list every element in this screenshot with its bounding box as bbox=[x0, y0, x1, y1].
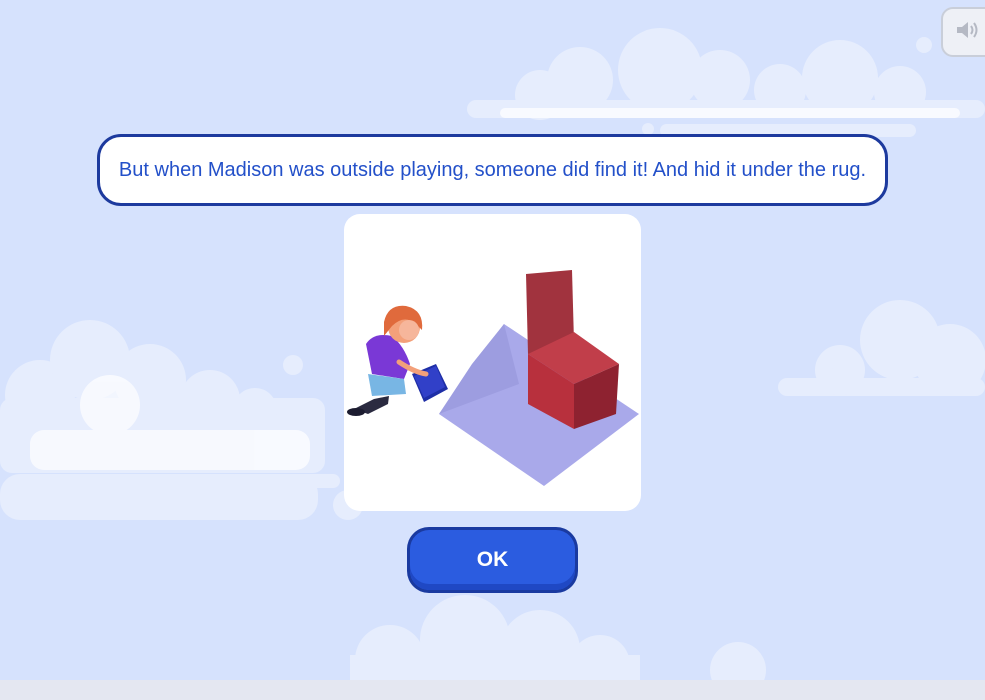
speaker-icon bbox=[955, 19, 981, 46]
illustration-card bbox=[344, 214, 641, 511]
ok-button[interactable]: OK bbox=[410, 530, 575, 590]
ok-button-frame: OK bbox=[407, 527, 578, 593]
girl-lifting-rug-with-box-illustration bbox=[347, 270, 639, 486]
sound-button[interactable] bbox=[941, 7, 985, 57]
narration-bubble: But when Madison was outside playing, so… bbox=[97, 134, 888, 206]
bottom-strip bbox=[0, 680, 985, 700]
narration-text: But when Madison was outside playing, so… bbox=[118, 158, 867, 181]
